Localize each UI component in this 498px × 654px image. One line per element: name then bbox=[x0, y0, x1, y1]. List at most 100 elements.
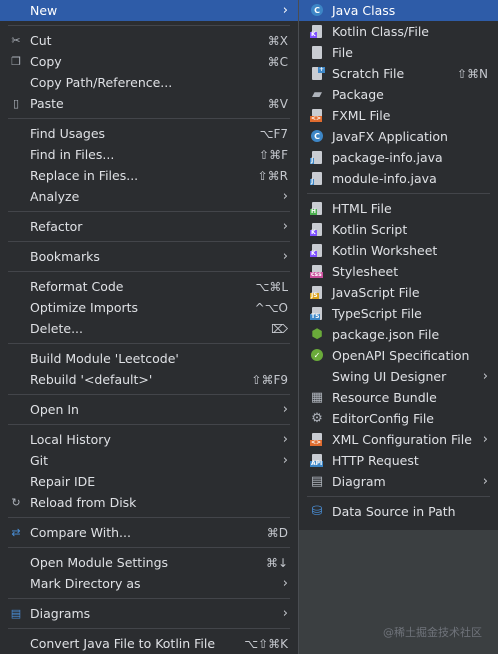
submenu-item-package-info[interactable]: J package-info.java bbox=[299, 147, 498, 168]
menu-item-convert-java-to-kotlin[interactable]: Convert Java File to Kotlin File ⌥⇧⌘K bbox=[0, 633, 298, 654]
menu-item-label: Compare With... bbox=[30, 525, 131, 540]
menu-item-build-module[interactable]: Build Module 'Leetcode' bbox=[0, 348, 298, 369]
submenu-item-scratch-file[interactable]: + Scratch File ⇧⌘N bbox=[299, 63, 498, 84]
menu-item-label: Refactor bbox=[30, 219, 83, 234]
menu-item-reload-from-disk[interactable]: ↻ Reload from Disk bbox=[0, 492, 298, 513]
chevron-right-icon: › bbox=[282, 432, 288, 447]
chevron-right-icon: › bbox=[282, 249, 288, 264]
submenu-item-file[interactable]: File bbox=[299, 42, 498, 63]
menu-item-mark-directory-as[interactable]: Mark Directory as › bbox=[0, 573, 298, 594]
shortcut-label: ⌘X bbox=[267, 33, 288, 48]
java-file-icon: J bbox=[310, 171, 324, 185]
menu-item-label: Kotlin Class/File bbox=[332, 24, 429, 39]
submenu-item-kotlin-class-file[interactable]: K Kotlin Class/File bbox=[299, 21, 498, 42]
menu-item-label: Analyze bbox=[30, 189, 80, 204]
submenu-item-resource-bundle[interactable]: ▦ Resource Bundle bbox=[299, 387, 498, 408]
submenu-item-module-info[interactable]: J module-info.java bbox=[299, 168, 498, 189]
submenu-item-kotlin-script[interactable]: K Kotlin Script bbox=[299, 219, 498, 240]
menu-item-label: Open In bbox=[30, 402, 79, 417]
chevron-right-icon: › bbox=[282, 402, 288, 417]
menu-item-rebuild[interactable]: Rebuild '<default>' ⇧⌘F9 bbox=[0, 369, 298, 390]
submenu-item-typescript-file[interactable]: TS TypeScript File bbox=[299, 303, 498, 324]
submenu-item-http-request[interactable]: API HTTP Request bbox=[299, 450, 498, 471]
nodejs-icon: ⬢ bbox=[311, 326, 323, 342]
api-file-icon: API bbox=[310, 453, 324, 467]
submenu-item-javafx-application[interactable]: C JavaFX Application bbox=[299, 126, 498, 147]
shortcut-label: ^⌥O bbox=[254, 300, 288, 315]
menu-item-label: Scratch File bbox=[332, 66, 405, 81]
menu-item-find-usages[interactable]: Find Usages ⌥F7 bbox=[0, 123, 298, 144]
menu-item-replace-in-files[interactable]: Replace in Files... ⇧⌘R bbox=[0, 165, 298, 186]
submenu-item-java-class[interactable]: C Java Class bbox=[299, 0, 498, 21]
submenu-item-stylesheet[interactable]: css Stylesheet bbox=[299, 261, 498, 282]
menu-item-label: Reload from Disk bbox=[30, 495, 137, 510]
menu-item-find-in-files[interactable]: Find in Files... ⇧⌘F bbox=[0, 144, 298, 165]
menu-item-repair-ide[interactable]: Repair IDE bbox=[0, 471, 298, 492]
menu-item-diagrams[interactable]: ▤ Diagrams › bbox=[0, 603, 298, 624]
menu-item-open-in[interactable]: Open In › bbox=[0, 399, 298, 420]
menu-item-local-history[interactable]: Local History › bbox=[0, 429, 298, 450]
menu-item-refactor[interactable]: Refactor › bbox=[0, 216, 298, 237]
separator bbox=[8, 118, 290, 119]
submenu-item-package[interactable]: ▰ Package bbox=[299, 84, 498, 105]
menu-item-label: JavaFX Application bbox=[332, 129, 448, 144]
menu-item-git[interactable]: Git › bbox=[0, 450, 298, 471]
menu-item-bookmarks[interactable]: Bookmarks › bbox=[0, 246, 298, 267]
menu-item-label: Rebuild '<default>' bbox=[30, 372, 153, 387]
diagram-icon: ▤ bbox=[10, 606, 22, 620]
javafx-class-icon: C bbox=[310, 129, 324, 143]
folder-icon: ▰ bbox=[312, 86, 322, 102]
menu-item-label: Package bbox=[332, 87, 384, 102]
menu-item-label: Kotlin Worksheet bbox=[332, 243, 438, 258]
submenu-item-kotlin-worksheet[interactable]: K Kotlin Worksheet bbox=[299, 240, 498, 261]
submenu-item-swing-ui-designer[interactable]: Swing UI Designer › bbox=[299, 366, 498, 387]
submenu-item-openapi-spec[interactable]: ✓ OpenAPI Specification bbox=[299, 345, 498, 366]
separator bbox=[8, 394, 290, 395]
menu-item-open-module-settings[interactable]: Open Module Settings ⌘↓ bbox=[0, 552, 298, 573]
menu-item-label: module-info.java bbox=[332, 171, 437, 186]
menu-item-label: TypeScript File bbox=[332, 306, 422, 321]
shortcut-label: ⇧⌘R bbox=[257, 168, 288, 183]
menu-item-reformat-code[interactable]: Reformat Code ⌥⌘L bbox=[0, 276, 298, 297]
menu-item-optimize-imports[interactable]: Optimize Imports ^⌥O bbox=[0, 297, 298, 318]
separator bbox=[8, 343, 290, 344]
shortcut-label: ⌘D bbox=[266, 525, 288, 540]
menu-item-analyze[interactable]: Analyze › bbox=[0, 186, 298, 207]
menu-item-cut[interactable]: ✂ Cut ⌘X bbox=[0, 30, 298, 51]
menu-item-label: XML Configuration File bbox=[332, 432, 472, 447]
submenu-item-javascript-file[interactable]: JS JavaScript File bbox=[299, 282, 498, 303]
menu-item-label: HTTP Request bbox=[332, 453, 419, 468]
menu-item-label: Java Class bbox=[332, 3, 396, 18]
submenu-item-editorconfig-file[interactable]: ⚙ EditorConfig File bbox=[299, 408, 498, 429]
menu-item-label: Kotlin Script bbox=[332, 222, 408, 237]
chevron-right-icon: › bbox=[282, 606, 288, 621]
context-menu: New › ✂ Cut ⌘X ❐ Copy ⌘C Copy Path/Refer… bbox=[0, 0, 299, 654]
menu-item-paste[interactable]: ▯ Paste ⌘V bbox=[0, 93, 298, 114]
submenu-item-diagram[interactable]: ▤ Diagram › bbox=[299, 471, 498, 492]
html-file-icon: H bbox=[310, 201, 324, 215]
menu-item-compare-with[interactable]: ⇄ Compare With... ⌘D bbox=[0, 522, 298, 543]
chevron-right-icon: › bbox=[282, 453, 288, 468]
copy-icon: ❐ bbox=[11, 54, 21, 68]
menu-item-label: Optimize Imports bbox=[30, 300, 139, 315]
menu-item-label: Build Module 'Leetcode' bbox=[30, 351, 179, 366]
new-submenu: C Java Class K Kotlin Class/File File + … bbox=[299, 0, 498, 530]
shortcut-label: ⌘↓ bbox=[265, 555, 288, 570]
separator bbox=[8, 271, 290, 272]
submenu-item-xml-configuration-file[interactable]: <> XML Configuration File › bbox=[299, 429, 498, 450]
menu-item-copy[interactable]: ❐ Copy ⌘C bbox=[0, 51, 298, 72]
submenu-item-data-source-in-path[interactable]: ⛁ Data Source in Path bbox=[299, 501, 498, 522]
menu-item-label: Resource Bundle bbox=[332, 390, 437, 405]
shortcut-label: ⌦ bbox=[271, 321, 288, 336]
separator bbox=[8, 211, 290, 212]
menu-item-delete[interactable]: Delete... ⌦ bbox=[0, 318, 298, 339]
menu-item-label: Repair IDE bbox=[30, 474, 96, 489]
menu-item-new[interactable]: New › bbox=[0, 0, 298, 21]
submenu-item-html-file[interactable]: H HTML File bbox=[299, 198, 498, 219]
chevron-right-icon: › bbox=[282, 219, 288, 234]
menu-item-label: Open Module Settings bbox=[30, 555, 169, 570]
submenu-item-package-json[interactable]: ⬢ package.json File bbox=[299, 324, 498, 345]
menu-item-copy-path[interactable]: Copy Path/Reference... bbox=[0, 72, 298, 93]
file-icon bbox=[310, 45, 324, 59]
submenu-item-fxml-file[interactable]: <> FXML File bbox=[299, 105, 498, 126]
